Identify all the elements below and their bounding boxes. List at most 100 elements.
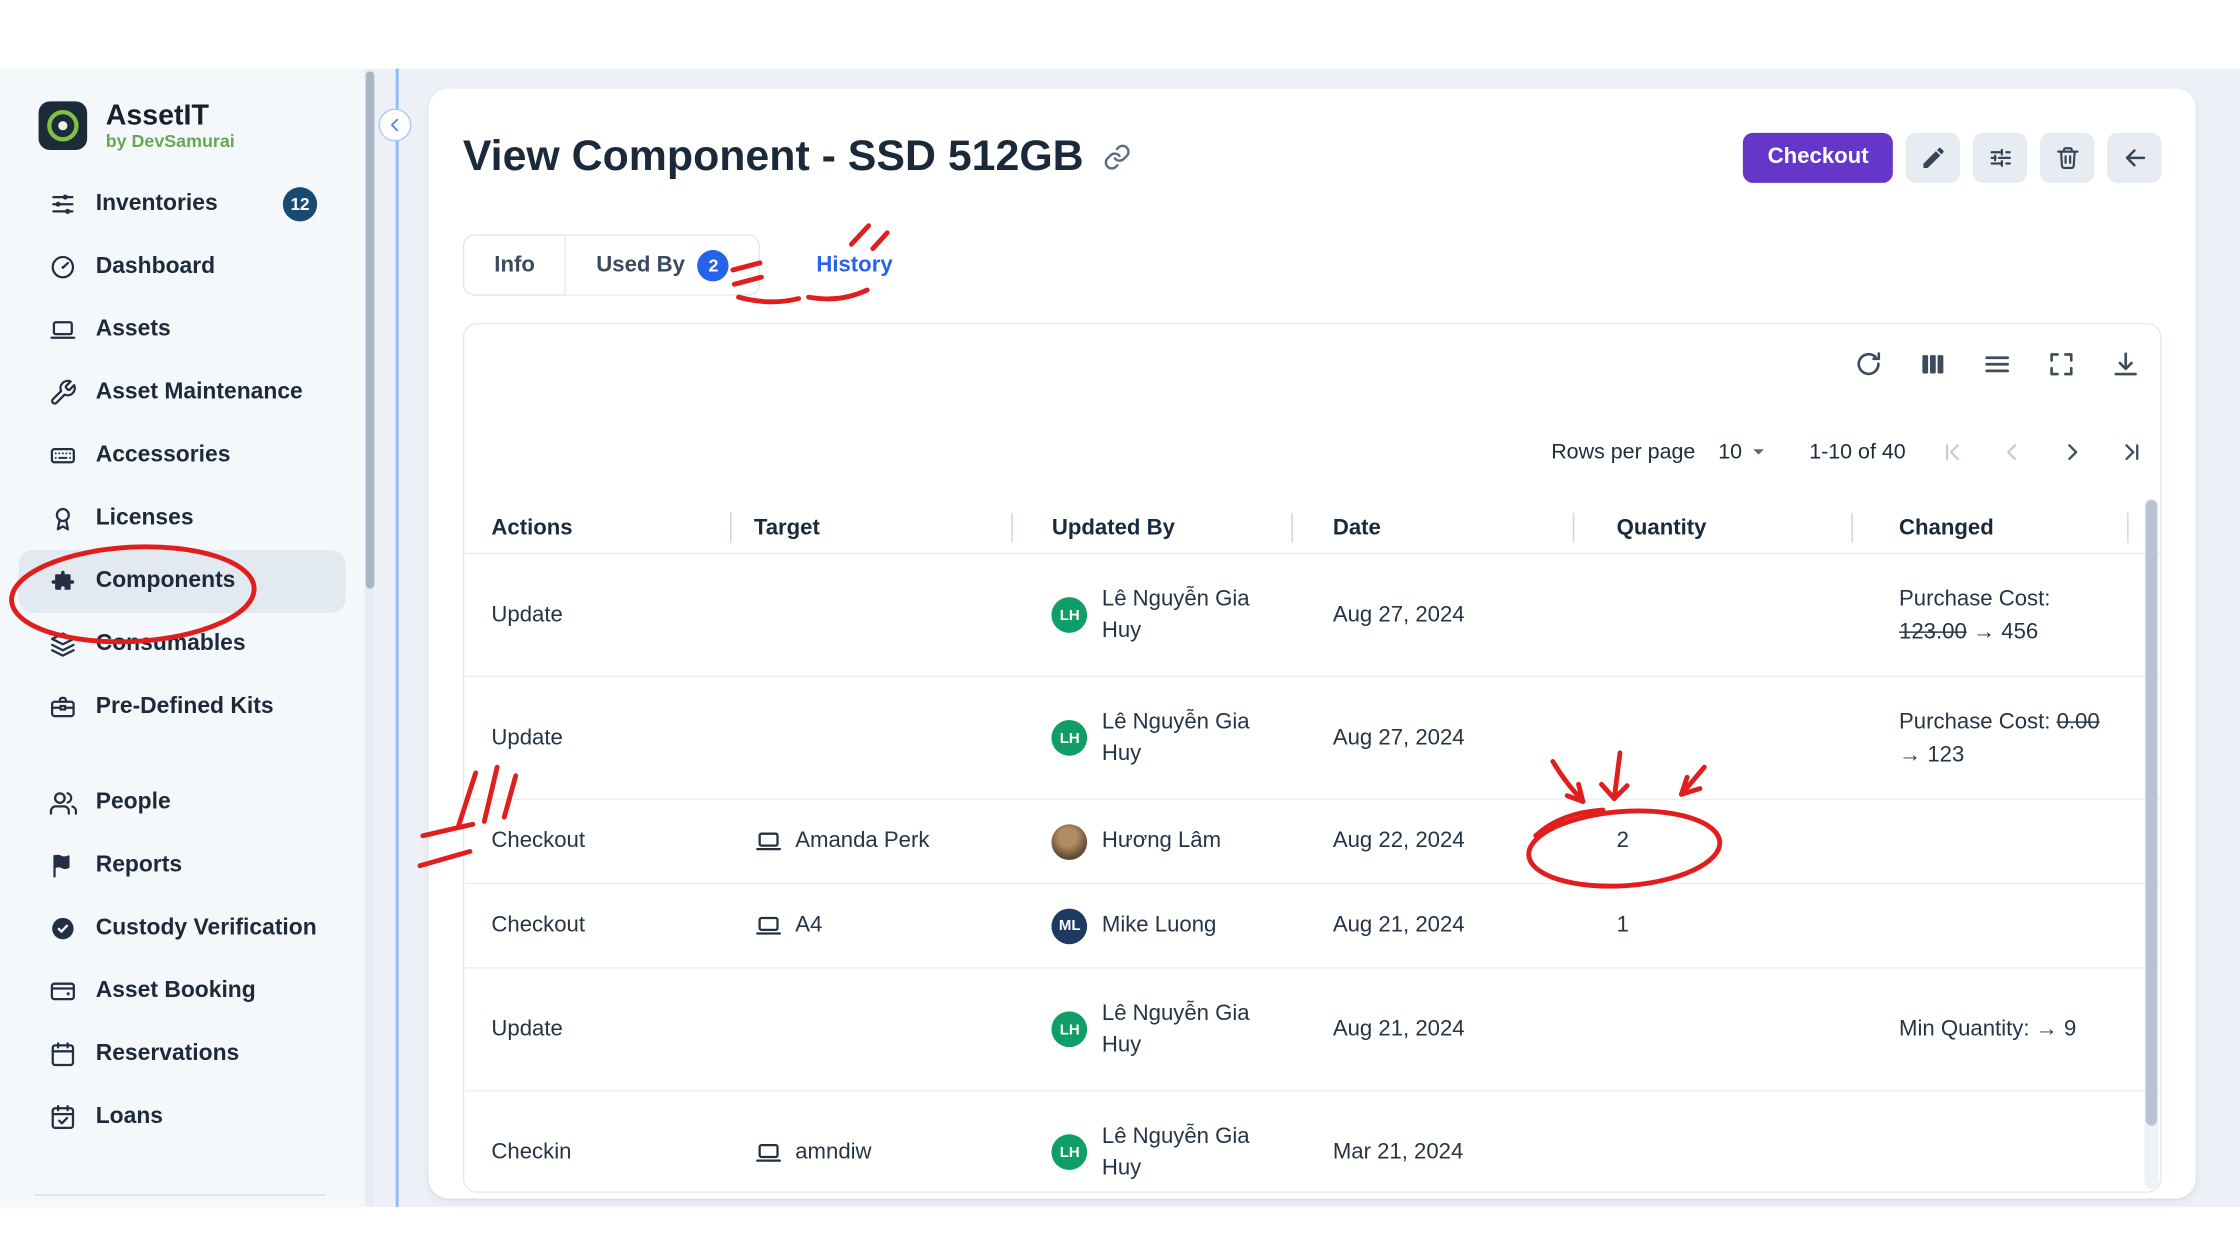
link-icon[interactable] [1102, 143, 1131, 172]
column-header-date[interactable]: Date [1293, 503, 1574, 553]
sidebar-item-label: Licenses [96, 506, 194, 532]
shield-check-icon [49, 914, 78, 943]
edit-button[interactable] [1906, 132, 1960, 182]
sidebar-item-asset-maintenance[interactable]: Asset Maintenance [19, 361, 346, 424]
cell-updated-by: MLMike Luong [1013, 908, 1293, 944]
column-header-quantity[interactable]: Quantity [1574, 503, 1854, 553]
cell-target: Amanda Perk [731, 827, 1013, 856]
tab-label: Info [494, 252, 535, 278]
sidebar-item-label: Consumables [96, 631, 246, 657]
table-scrollbar[interactable] [2144, 499, 2158, 1189]
user-name: Lê Nguyễn Gia Huy [1102, 998, 1291, 1061]
chevron-left-icon [1998, 438, 2025, 465]
page: AssetIT by DevSamurai Inventories12 Dashb… [0, 0, 2240, 1260]
table-row[interactable]: UpdateLHLê Nguyễn Gia HuyAug 27, 2024Pur… [464, 677, 2160, 800]
tab-bar: Info Used By2 History [463, 234, 2162, 295]
density-button[interactable] [1981, 349, 2012, 380]
cell-quantity: 2 [1574, 829, 1854, 855]
export-button[interactable] [2110, 349, 2141, 380]
sidebar-item-assets[interactable]: Assets [19, 299, 346, 362]
column-header-target[interactable]: Target [731, 503, 1013, 553]
cell-target: A4 [731, 911, 1013, 940]
fullscreen-icon [2046, 349, 2077, 380]
refresh-button[interactable] [1853, 349, 1884, 380]
sidebar-item-loans[interactable]: Loans [19, 1086, 346, 1149]
target-label: A4 [795, 913, 822, 939]
view-columns-icon [1917, 349, 1948, 380]
sidebar-item-inventories[interactable]: Inventories12 [19, 173, 346, 236]
tune-icon [1986, 144, 2013, 171]
table-row[interactable]: CheckinamndiwLHLê Nguyễn Gia HuyMar 21, … [464, 1091, 2160, 1191]
sidebar-item-custody-verification[interactable]: Custody Verification [19, 897, 346, 960]
table-row[interactable]: CheckoutAmanda PerkHương LâmAug 22, 2024… [464, 800, 2160, 884]
sidebar-item-people[interactable]: People [19, 771, 346, 834]
gauge-icon [49, 253, 78, 282]
avatar [1052, 824, 1088, 860]
table-row[interactable]: CheckoutA4MLMike LuongAug 21, 20241 [464, 884, 2160, 968]
sidebar-item-dashboard[interactable]: Dashboard [19, 236, 346, 299]
sidebar-item-label: Pre-Defined Kits [96, 694, 274, 720]
column-header-updated-by[interactable]: Updated By [1013, 503, 1293, 553]
changed-value: Purchase Cost: [1899, 582, 2050, 615]
chevron-right-icon [2058, 438, 2085, 465]
back-button[interactable] [2107, 132, 2161, 182]
page-nav [1931, 431, 2151, 471]
sidebar-item-components[interactable]: Components [19, 550, 346, 613]
sidebar-item-reports[interactable]: Reports [19, 834, 346, 897]
table-row[interactable]: UpdateLHLê Nguyễn Gia HuyAug 27, 2024Pur… [464, 554, 2160, 677]
app-byline: by DevSamurai [106, 131, 235, 151]
previous-page-button[interactable] [1991, 431, 2031, 471]
sidebar-item-licenses[interactable]: Licenses [19, 487, 346, 550]
sidebar-collapse-toggle[interactable] [379, 109, 412, 142]
table-toolbar [1853, 349, 2142, 380]
award-icon [49, 504, 78, 533]
sidebar-item-consumables[interactable]: Consumables [19, 613, 346, 676]
columns-button[interactable] [1917, 349, 1948, 380]
sidebar-item-accessories[interactable]: Accessories [19, 424, 346, 487]
brand[interactable]: AssetIT by DevSamurai [0, 69, 364, 152]
last-page-button[interactable] [2111, 431, 2151, 471]
rows-per-page-value: 10 [1718, 439, 1742, 463]
tab-used-by[interactable]: Used By2 [566, 234, 760, 295]
next-page-button[interactable] [2051, 431, 2091, 471]
table-scrollbar-thumb[interactable] [2146, 500, 2157, 1126]
sidebar-scrollbar-thumb[interactable] [366, 71, 375, 588]
table-row[interactable]: UpdateLHLê Nguyễn Gia HuyAug 21, 2024Min… [464, 969, 2160, 1092]
column-header-actions[interactable]: Actions [464, 503, 731, 553]
tab-info[interactable]: Info [463, 234, 566, 295]
sidebar-item-pre-defined-kits[interactable]: Pre-Defined Kits [19, 676, 346, 739]
wrench-icon [49, 379, 78, 408]
filter-button[interactable] [1973, 132, 2027, 182]
user-name: Mike Luong [1102, 910, 1216, 941]
cell-changed: Purchase Cost:123.00 → 456 [1853, 582, 2128, 648]
layers-icon [49, 630, 78, 659]
cell-quantity: 1 [1574, 913, 1854, 939]
sidebar-item-label: Dashboard [96, 254, 215, 280]
first-page-button[interactable] [1931, 431, 1971, 471]
sidebar-item-label: Custody Verification [96, 916, 317, 942]
tab-history[interactable]: History [786, 234, 922, 295]
sidebar-collapse-divider [396, 69, 399, 1208]
rows-per-page-select[interactable]: 10 [1718, 439, 1772, 465]
changed-value: Purchase Cost: 0.00 [1899, 705, 2100, 738]
avatar: LH [1052, 720, 1088, 756]
caret-down-icon [1746, 439, 1772, 465]
laptop-icon [754, 911, 783, 940]
sidebar-scrollbar[interactable] [366, 69, 375, 1208]
fullscreen-button[interactable] [2046, 349, 2077, 380]
cell-action: Checkout [464, 829, 731, 855]
sidebar-divider [34, 1194, 325, 1195]
sidebar-item-label: Components [96, 569, 236, 595]
sidebar-item-reservations[interactable]: Reservations [19, 1023, 346, 1086]
sidebar: AssetIT by DevSamurai Inventories12 Dashb… [0, 69, 364, 1208]
delete-button[interactable] [2040, 132, 2094, 182]
column-header-changed[interactable]: Changed [1853, 503, 2128, 553]
puzzle-icon [49, 567, 78, 596]
flag-icon [49, 851, 78, 880]
download-icon [2110, 349, 2141, 380]
trash-icon [2054, 144, 2081, 171]
sidebar-item-asset-booking[interactable]: Asset Booking [19, 960, 346, 1023]
avatar: LH [1052, 597, 1088, 633]
checkout-button[interactable]: Checkout [1743, 132, 1892, 182]
link-icon [1102, 143, 1131, 172]
